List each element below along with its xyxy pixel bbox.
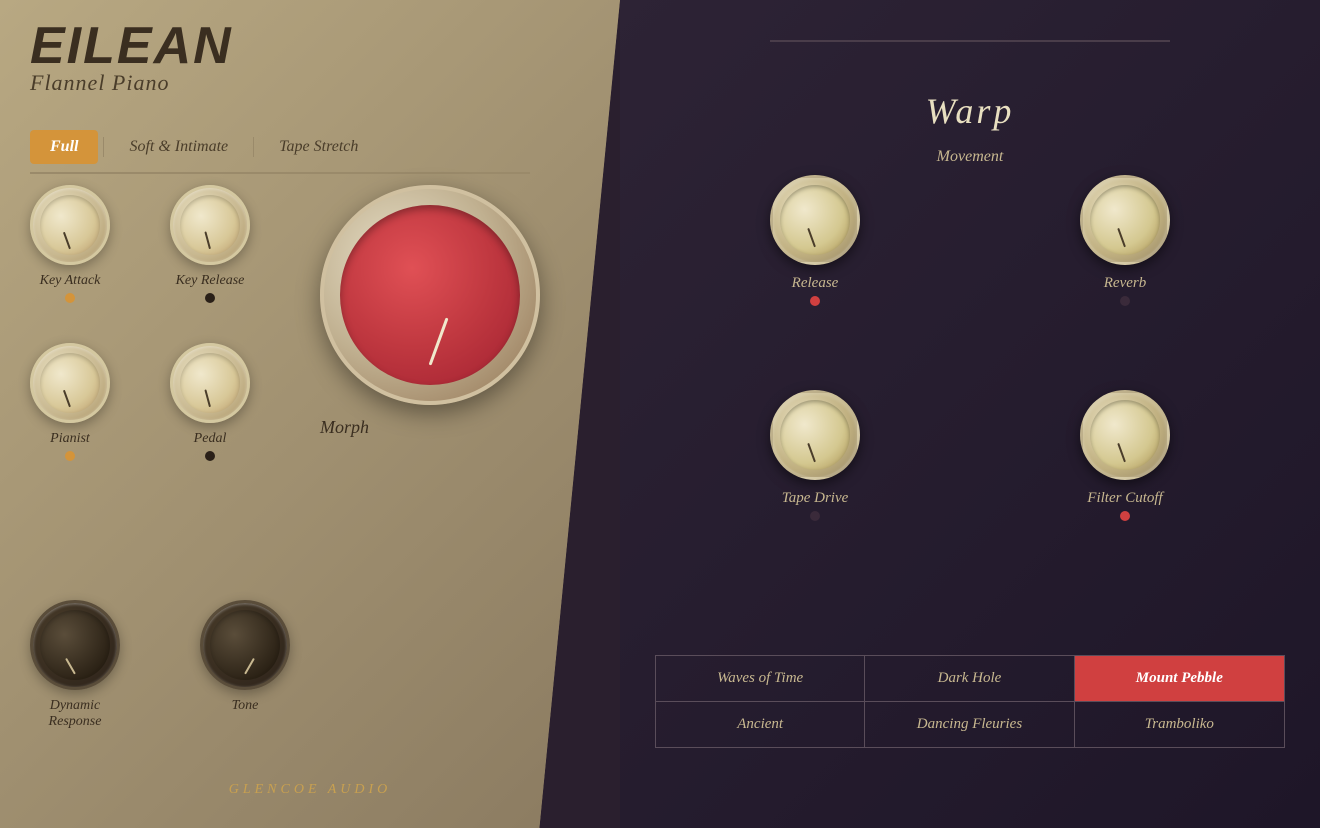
reverb-knob[interactable]	[1080, 175, 1170, 265]
right-panel: Warp Movement Release	[620, 0, 1320, 828]
dynamic-response-wrapper: DynamicResponse	[30, 600, 120, 730]
pianist-knob[interactable]	[30, 343, 110, 423]
right-knobs-row2: Tape Drive Filter Cutoff	[620, 390, 1320, 521]
pedal-dot	[205, 451, 215, 461]
release-warp-wrapper: Release	[770, 175, 860, 306]
tab-divider-2	[253, 137, 254, 157]
preset-grid: Waves of Time Dark Hole Mount Pebble Anc…	[655, 655, 1285, 748]
preset-tramboliko[interactable]: Tramboliko	[1075, 702, 1284, 747]
pedal-label: Pedal	[194, 431, 227, 447]
tone-label: Tone	[232, 698, 259, 714]
key-attack-label: Key Attack	[40, 273, 101, 289]
pedal-wrapper: Pedal	[170, 343, 250, 461]
key-attack-knob[interactable]	[30, 185, 110, 265]
release-dot	[810, 296, 820, 306]
key-release-label: Key Release	[176, 273, 245, 289]
morph-knob[interactable]	[320, 185, 540, 405]
knobs-grid-left: Key Attack Key Release	[30, 185, 250, 461]
warp-title: Warp	[926, 90, 1015, 132]
dynamic-response-label: DynamicResponse	[49, 698, 102, 730]
reverb-wrapper: Reverb	[1080, 175, 1170, 306]
tape-drive-wrapper: Tape Drive	[770, 390, 860, 521]
preset-mount-pebble[interactable]: Mount Pebble	[1075, 656, 1284, 702]
release-warp-label: Release	[792, 275, 839, 292]
release-warp-knob[interactable]	[770, 175, 860, 265]
tape-drive-label: Tape Drive	[782, 490, 849, 507]
reverb-dot	[1120, 296, 1130, 306]
pianist-wrapper: Pianist	[30, 343, 110, 461]
key-attack-wrapper: Key Attack	[30, 185, 110, 303]
filter-cutoff-knob[interactable]	[1080, 390, 1170, 480]
morph-section: Morph	[320, 185, 540, 438]
key-attack-dot	[65, 293, 75, 303]
morph-label: Morph	[320, 417, 540, 438]
key-release-wrapper: Key Release	[170, 185, 250, 303]
reverb-label: Reverb	[1104, 275, 1146, 292]
preset-ancient[interactable]: Ancient	[656, 702, 865, 747]
tape-drive-knob[interactable]	[770, 390, 860, 480]
tape-drive-dot	[810, 511, 820, 521]
glencoe-label: GLENCOE AUDIO	[229, 782, 392, 798]
left-panel: EILEAN Flannel Piano Full Soft & Intimat…	[0, 0, 620, 828]
tab-soft[interactable]: Soft & Intimate	[109, 130, 248, 164]
preset-dancing[interactable]: Dancing Fleuries	[865, 702, 1074, 747]
key-release-knob[interactable]	[170, 185, 250, 265]
header-left: EILEAN Flannel Piano	[30, 20, 233, 96]
pianist-label: Pianist	[50, 431, 90, 447]
tab-tape[interactable]: Tape Stretch	[259, 130, 378, 164]
pianist-dot	[65, 451, 75, 461]
key-release-dot	[205, 293, 215, 303]
right-knobs-row1: Release Reverb	[620, 175, 1320, 306]
app-title: EILEAN	[30, 20, 233, 72]
filter-cutoff-wrapper: Filter Cutoff	[1080, 390, 1170, 521]
main-container: EILEAN Flannel Piano Full Soft & Intimat…	[0, 0, 1320, 828]
tab-full[interactable]: Full	[30, 130, 98, 164]
preset-dark-hole[interactable]: Dark Hole	[865, 656, 1074, 702]
movement-label: Movement	[937, 148, 1004, 166]
tone-wrapper: Tone	[200, 600, 290, 730]
pedal-knob[interactable]	[170, 343, 250, 423]
warp-title-line	[770, 40, 1170, 42]
preset-waves[interactable]: Waves of Time	[656, 656, 865, 702]
bottom-knobs: DynamicResponse Tone	[30, 600, 290, 730]
tab-divider-1	[103, 137, 104, 157]
filter-cutoff-label: Filter Cutoff	[1087, 490, 1162, 507]
filter-cutoff-dot	[1120, 511, 1130, 521]
tone-knob[interactable]	[200, 600, 290, 690]
tabs-container: Full Soft & Intimate Tape Stretch	[30, 130, 530, 174]
dynamic-response-knob[interactable]	[30, 600, 120, 690]
